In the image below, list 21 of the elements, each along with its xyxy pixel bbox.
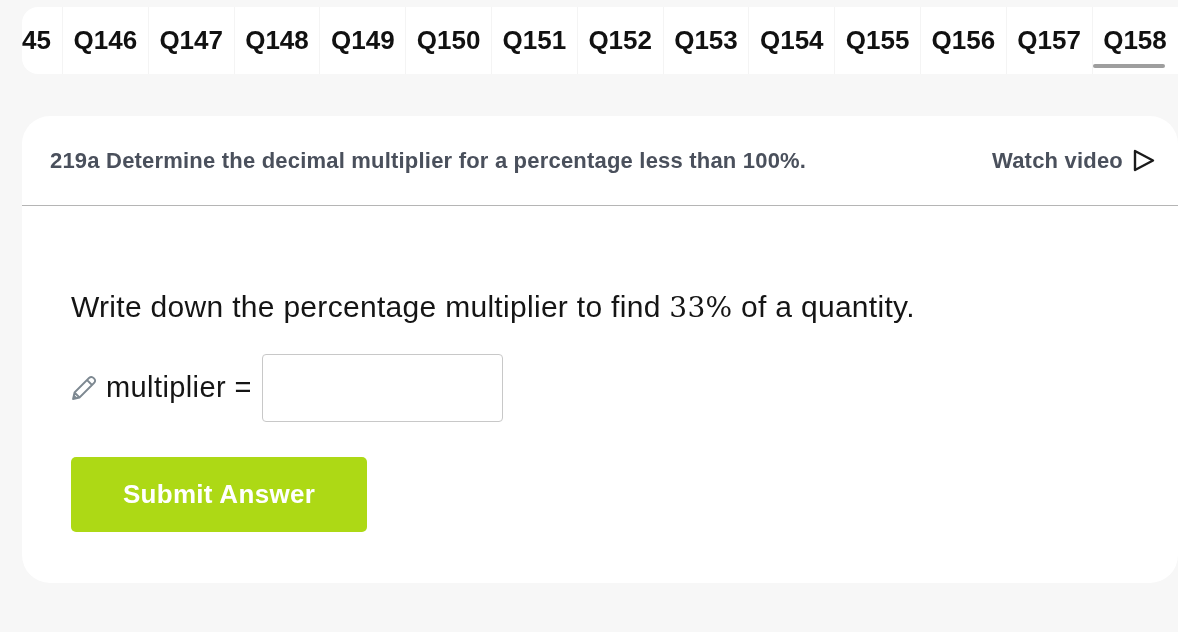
answer-field[interactable] [261,354,503,422]
question-tab[interactable]: Q146 [62,7,148,74]
pencil-icon [71,375,98,401]
question-tab[interactable]: Q149 [319,7,406,74]
question-tab[interactable]: Q156 [919,7,1006,74]
play-icon [1133,149,1155,172]
question-tab[interactable]: Q147 [147,7,234,74]
question-title: 219a Determine the decimal multiplier for a percentage less than 100%. [50,147,807,175]
question-text: Write down the percentage multiplier to find 33% of a quantity. [71,289,916,326]
question-tab[interactable]: 45 [22,7,62,74]
answer-label: multiplier = [106,370,252,406]
watch-video-link[interactable]: Watch video [992,144,1155,177]
question-tab[interactable]: Q148 [233,7,320,74]
question-tab[interactable]: Q152 [576,7,663,74]
question-tab[interactable]: Q154 [748,7,835,74]
question-tab[interactable]: Q151 [491,7,577,74]
question-tab[interactable]: Q155 [834,7,920,74]
question-tab[interactable]: Q153 [662,7,749,74]
question-tab[interactable]: Q150 [405,7,491,74]
question-tab[interactable]: Q157 [1005,7,1092,74]
question-tab[interactable]: Q158 [1091,7,1178,74]
